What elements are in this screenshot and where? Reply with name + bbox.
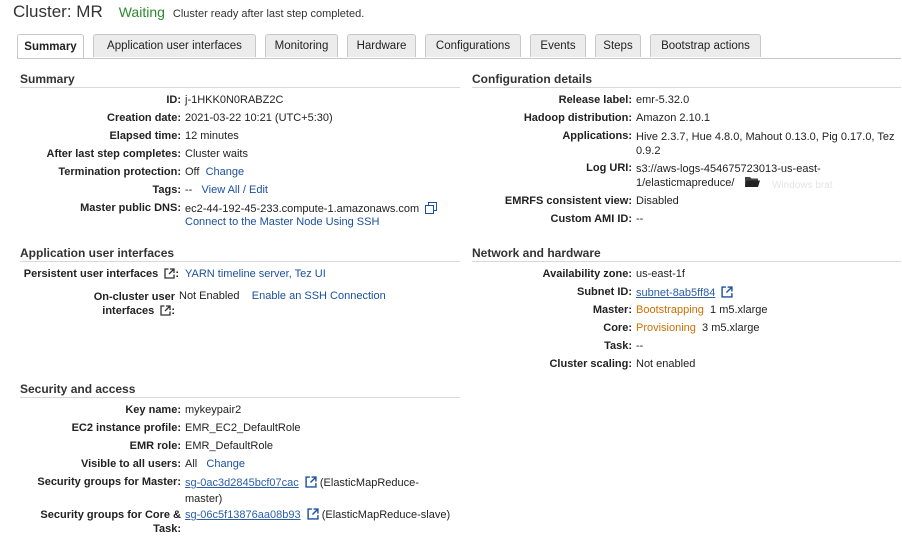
after-last-step-label: After last step completes: <box>46 148 181 160</box>
visible-to-all-field: All Change <box>185 458 245 470</box>
master-value: 1 m5.xlarge <box>710 304 768 316</box>
master-field: Bootstrapping 1 m5.xlarge <box>636 304 768 316</box>
persistent-ui-label: Persistent user interfaces : <box>23 268 179 282</box>
external-link-icon <box>164 268 175 282</box>
security-access-heading: Security and access <box>20 382 460 398</box>
persistent-ui-links[interactable]: YARN timeline server, Tez UI <box>185 268 326 280</box>
sg-core-name: (ElasticMapReduce-slave) <box>321 509 451 521</box>
cluster-status: Waiting <box>118 4 165 20</box>
task-value: -- <box>636 340 644 352</box>
cluster-scaling-label: Cluster scaling: <box>549 358 632 370</box>
master-label: Master: <box>592 304 632 316</box>
ssh-connect-link[interactable]: Connect to the Master Node Using SSH <box>185 216 379 228</box>
elapsed-time-label: Elapsed time: <box>109 130 181 142</box>
sg-core-label: Security groups for Core & Task: <box>40 509 181 535</box>
visible-to-all-label: Visible to all users: <box>80 458 181 470</box>
emr-role-label: EMR role: <box>129 440 181 452</box>
creation-date-label: Creation date: <box>107 112 181 124</box>
on-cluster-ui-field: Not Enabled Enable an SSH Connection <box>179 290 386 302</box>
custom-ami-label: Custom AMI ID: <box>550 213 632 225</box>
network-hardware-heading: Network and hardware <box>472 246 901 262</box>
release-label-value: emr-5.32.0 <box>636 94 690 106</box>
tags-value: -- <box>185 184 193 196</box>
enable-ssh-link[interactable]: Enable an SSH Connection <box>252 290 386 302</box>
sg-master-label: Security groups for Master: <box>37 476 181 488</box>
tab-events[interactable]: Events <box>530 34 586 57</box>
task-label: Task: <box>604 340 632 352</box>
external-link-icon[interactable] <box>721 286 733 301</box>
termination-change-link[interactable]: Change <box>206 166 245 178</box>
id-value: j-1HKK0N0RABZ2C <box>185 94 284 106</box>
external-link-icon[interactable] <box>307 508 319 523</box>
tab-hardware[interactable]: Hardware <box>347 34 416 57</box>
tab-summary[interactable]: Summary <box>17 34 84 59</box>
applications-value: Hive 2.3.7, Hue 4.8.0, Mahout 0.13.0, Pi… <box>636 131 895 157</box>
core-status: Provisioning <box>636 322 696 334</box>
tab-divider <box>17 58 901 59</box>
creation-date-value: 2021-03-22 10:21 (UTC+5:30) <box>185 112 333 124</box>
termination-protection-value: Off <box>185 166 200 178</box>
key-name-value: mykeypair2 <box>185 404 242 416</box>
availability-zone-value: us-east-1f <box>636 268 685 280</box>
external-link-icon <box>160 305 171 320</box>
subnet-id-label: Subnet ID: <box>577 286 632 298</box>
cluster-status-message: Cluster ready after last step completed. <box>172 8 365 20</box>
log-uri-label: Log URI: <box>586 162 632 174</box>
sg-master-link[interactable]: sg-0ac3d2845bcf07cac <box>185 477 299 489</box>
cluster-header: Cluster: MR Waiting Cluster ready after … <box>13 2 364 26</box>
master-status: Bootstrapping <box>636 304 704 316</box>
core-field: Provisioning 3 m5.xlarge <box>636 322 760 334</box>
tags-view-edit-link[interactable]: View All / Edit <box>202 184 268 196</box>
cluster-scaling-value: Not enabled <box>636 358 696 370</box>
ec2-profile-value: EMR_EC2_DefaultRole <box>185 422 301 434</box>
emr-role-value: EMR_DefaultRole <box>185 440 274 452</box>
emrfs-label: EMRFS consistent view: <box>504 195 632 207</box>
folder-icon[interactable] <box>745 176 760 191</box>
tab-bootstrap-actions[interactable]: Bootstrap actions <box>650 34 761 57</box>
tab-steps[interactable]: Steps <box>595 34 641 57</box>
sg-master-field: sg-0ac3d2845bcf07cac (ElasticMapReduce-m… <box>185 476 443 506</box>
master-dns-label: Master public DNS: <box>80 202 181 214</box>
hadoop-distribution-value: Amazon 2.10.1 <box>636 112 710 124</box>
id-label: ID: <box>166 94 181 106</box>
elapsed-time-value: 12 minutes <box>185 130 239 142</box>
custom-ami-value: -- <box>636 213 644 225</box>
ec2-profile-label: EC2 instance profile: <box>71 422 181 434</box>
sg-core-field: sg-06c5f13876aa08b93 (ElasticMapReduce-s… <box>185 508 450 523</box>
tab-monitoring[interactable]: Monitoring <box>265 34 338 57</box>
summary-heading: Summary <box>20 72 460 88</box>
termination-protection-field: Off Change <box>185 166 244 178</box>
termination-protection-label: Termination protection: <box>58 166 181 178</box>
hadoop-distribution-label: Hadoop distribution: <box>523 112 632 124</box>
application-user-interfaces-heading: Application user interfaces <box>20 246 460 262</box>
subnet-id-field: subnet-8ab5ff84 <box>636 286 733 301</box>
visible-change-link[interactable]: Change <box>206 458 245 470</box>
watermark-text: Windows brat <box>772 180 833 191</box>
tags-field: -- View All / Edit <box>185 184 268 196</box>
after-last-step-value: Cluster waits <box>185 148 248 160</box>
release-label-label: Release label: <box>558 94 632 106</box>
tab-application-user-interfaces[interactable]: Application user interfaces <box>93 34 256 57</box>
on-cluster-ui-value: Not Enabled <box>179 290 240 302</box>
sg-core-link[interactable]: sg-06c5f13876aa08b93 <box>185 509 301 521</box>
subnet-id-link[interactable]: subnet-8ab5ff84 <box>636 287 715 299</box>
emrfs-value: Disabled <box>636 195 679 207</box>
core-label: Core: <box>603 322 632 334</box>
master-dns-value: ec2-44-192-45-233.compute-1.amazonaws.co… <box>185 203 420 215</box>
tags-label: Tags: <box>152 184 181 196</box>
core-value: 3 m5.xlarge <box>702 322 760 334</box>
applications-label: Applications: <box>562 130 632 142</box>
key-name-label: Key name: <box>125 404 181 416</box>
configuration-details-heading: Configuration details <box>472 72 901 88</box>
copy-icon[interactable] <box>425 202 438 217</box>
visible-to-all-value: All <box>185 458 198 470</box>
external-link-icon[interactable] <box>305 476 317 492</box>
master-dns-field: ec2-44-192-45-233.compute-1.amazonaws.co… <box>185 202 438 217</box>
on-cluster-ui-label: On-cluster user interfaces : <box>75 290 175 320</box>
cluster-title: Cluster: MR <box>13 2 103 21</box>
availability-zone-label: Availability zone: <box>542 268 632 280</box>
tab-configurations[interactable]: Configurations <box>425 34 521 57</box>
